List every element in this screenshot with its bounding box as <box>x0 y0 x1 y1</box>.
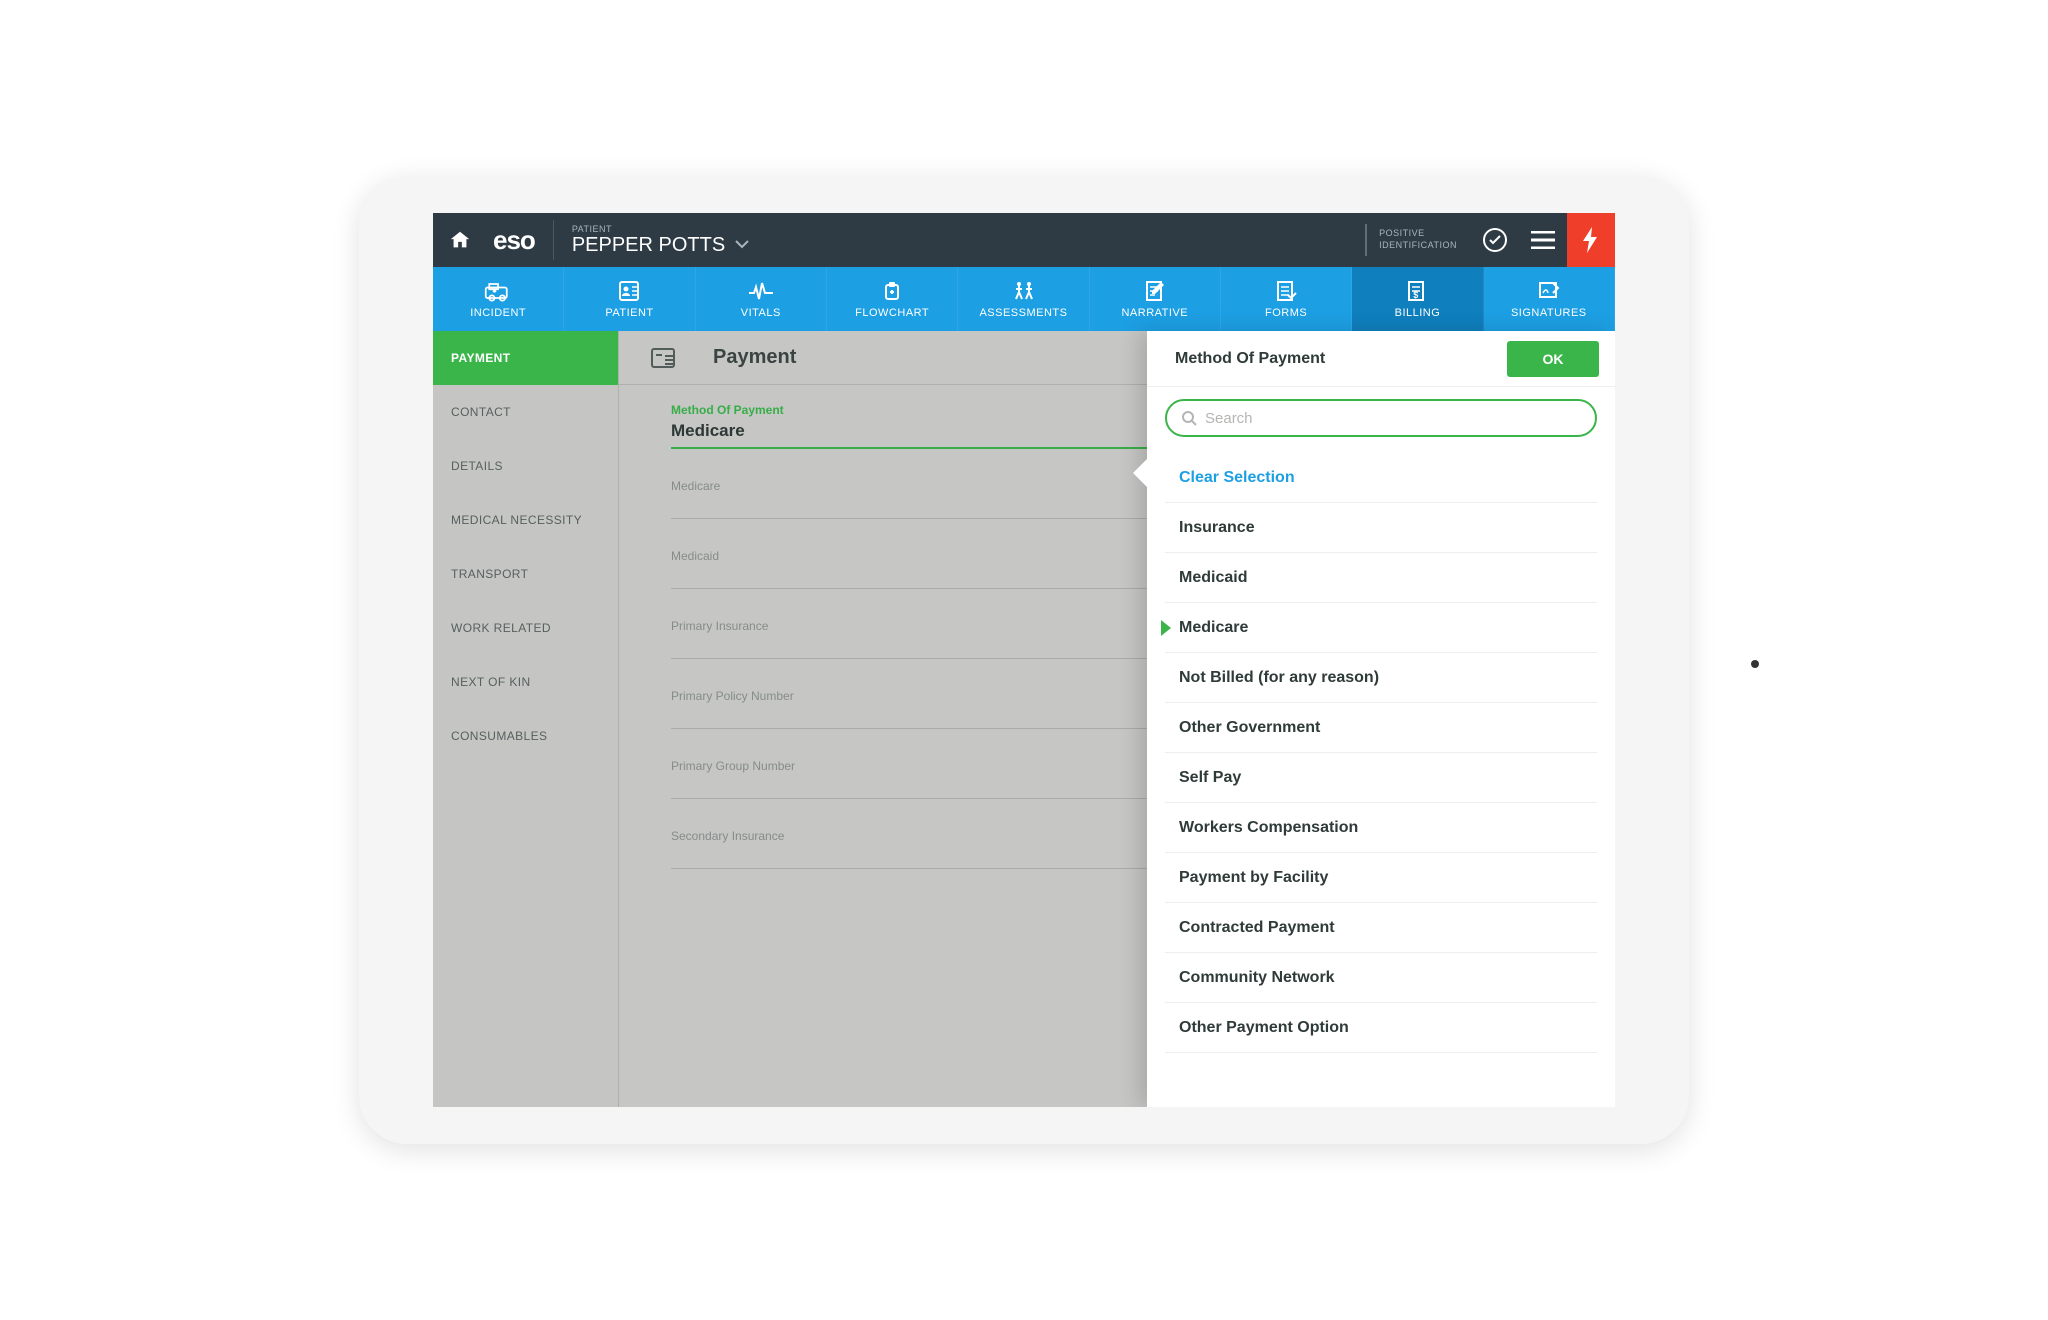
check-circle-button[interactable] <box>1471 213 1519 267</box>
clear-selection-option[interactable]: Clear Selection <box>1165 453 1597 503</box>
tab-forms[interactable]: FORMS <box>1221 267 1352 331</box>
option-insurance[interactable]: Insurance <box>1165 503 1597 553</box>
tab-patient[interactable]: PATIENT <box>564 267 695 331</box>
bolt-icon <box>1580 227 1602 253</box>
sidebar-item-transport[interactable]: TRANSPORT <box>433 547 618 601</box>
option-other-government[interactable]: Other Government <box>1165 703 1597 753</box>
sidebar-item-details[interactable]: DETAILS <box>433 439 618 493</box>
sidebar-item-contact[interactable]: CONTACT <box>433 385 618 439</box>
panel-caret-icon <box>1133 459 1147 487</box>
menu-button[interactable] <box>1519 213 1567 267</box>
svg-text:$: $ <box>1414 290 1420 300</box>
option-community-network[interactable]: Community Network <box>1165 953 1597 1003</box>
search-icon <box>1181 410 1197 426</box>
options-list: Clear Selection InsuranceMedicaidMedicar… <box>1147 447 1615 1059</box>
tablet-home-dot <box>1751 660 1759 668</box>
option-contracted-payment[interactable]: Contracted Payment <box>1165 903 1597 953</box>
option-payment-by-facility[interactable]: Payment by Facility <box>1165 853 1597 903</box>
check-circle-icon <box>1482 227 1508 253</box>
hamburger-icon <box>1531 231 1555 249</box>
patient-block[interactable]: PATIENT PEPPER POTTS <box>553 220 749 260</box>
option-not-billed-for-any-reason-[interactable]: Not Billed (for any reason) <box>1165 653 1597 703</box>
tab-signatures[interactable]: SIGNATURES <box>1484 267 1615 331</box>
sidebar-item-next-of-kin[interactable]: NEXT OF KIN <box>433 655 618 709</box>
search-input[interactable] <box>1205 410 1581 427</box>
chevron-down-icon <box>735 240 749 250</box>
option-medicaid[interactable]: Medicaid <box>1165 553 1597 603</box>
sidebar: PAYMENTCONTACTDETAILSMEDICAL NECESSITYTR… <box>433 331 619 1107</box>
panel-header: Method Of Payment OK <box>1147 331 1615 387</box>
screen: eso PATIENT PEPPER POTTS POSITIVE IDENTI… <box>433 213 1615 1107</box>
option-workers-compensation[interactable]: Workers Compensation <box>1165 803 1597 853</box>
ok-button[interactable]: OK <box>1507 341 1599 377</box>
panel-title: Method Of Payment <box>1175 350 1325 368</box>
option-self-pay[interactable]: Self Pay <box>1165 753 1597 803</box>
tab-incident[interactable]: INCIDENT <box>433 267 564 331</box>
home-button[interactable] <box>433 213 487 267</box>
sidebar-item-medical-necessity[interactable]: MEDICAL NECESSITY <box>433 493 618 547</box>
alert-button[interactable] <box>1567 213 1615 267</box>
content-body: PAYMENTCONTACTDETAILSMEDICAL NECESSITYTR… <box>433 331 1615 1107</box>
patient-label: PATIENT <box>572 224 749 234</box>
method-of-payment-panel: Method Of Payment OK Clear Selection Ins… <box>1147 331 1615 1107</box>
sidebar-item-consumables[interactable]: CONSUMABLES <box>433 709 618 763</box>
logo-text: eso <box>487 225 553 256</box>
option-medicare[interactable]: Medicare <box>1165 603 1597 653</box>
tablet-frame: eso PATIENT PEPPER POTTS POSITIVE IDENTI… <box>359 176 1689 1144</box>
nav-tabs: INCIDENTPATIENTVITALSFLOWCHARTASSESSMENT… <box>433 267 1615 331</box>
option-other-payment-option[interactable]: Other Payment Option <box>1165 1003 1597 1053</box>
tab-narrative[interactable]: NARRATIVE <box>1090 267 1221 331</box>
tab-vitals[interactable]: VITALS <box>696 267 827 331</box>
sidebar-item-work-related[interactable]: WORK RELATED <box>433 601 618 655</box>
search-box[interactable] <box>1165 399 1597 437</box>
tab-assessments[interactable]: ASSESSMENTS <box>958 267 1089 331</box>
positive-id-label: POSITIVE IDENTIFICATION <box>1365 224 1471 256</box>
tab-flowchart[interactable]: FLOWCHART <box>827 267 958 331</box>
patient-name: PEPPER POTTS <box>572 234 725 257</box>
tab-billing[interactable]: $BILLING <box>1352 267 1483 331</box>
home-icon <box>449 229 471 251</box>
sidebar-item-payment[interactable]: PAYMENT <box>433 331 618 385</box>
title-bar: eso PATIENT PEPPER POTTS POSITIVE IDENTI… <box>433 213 1615 267</box>
